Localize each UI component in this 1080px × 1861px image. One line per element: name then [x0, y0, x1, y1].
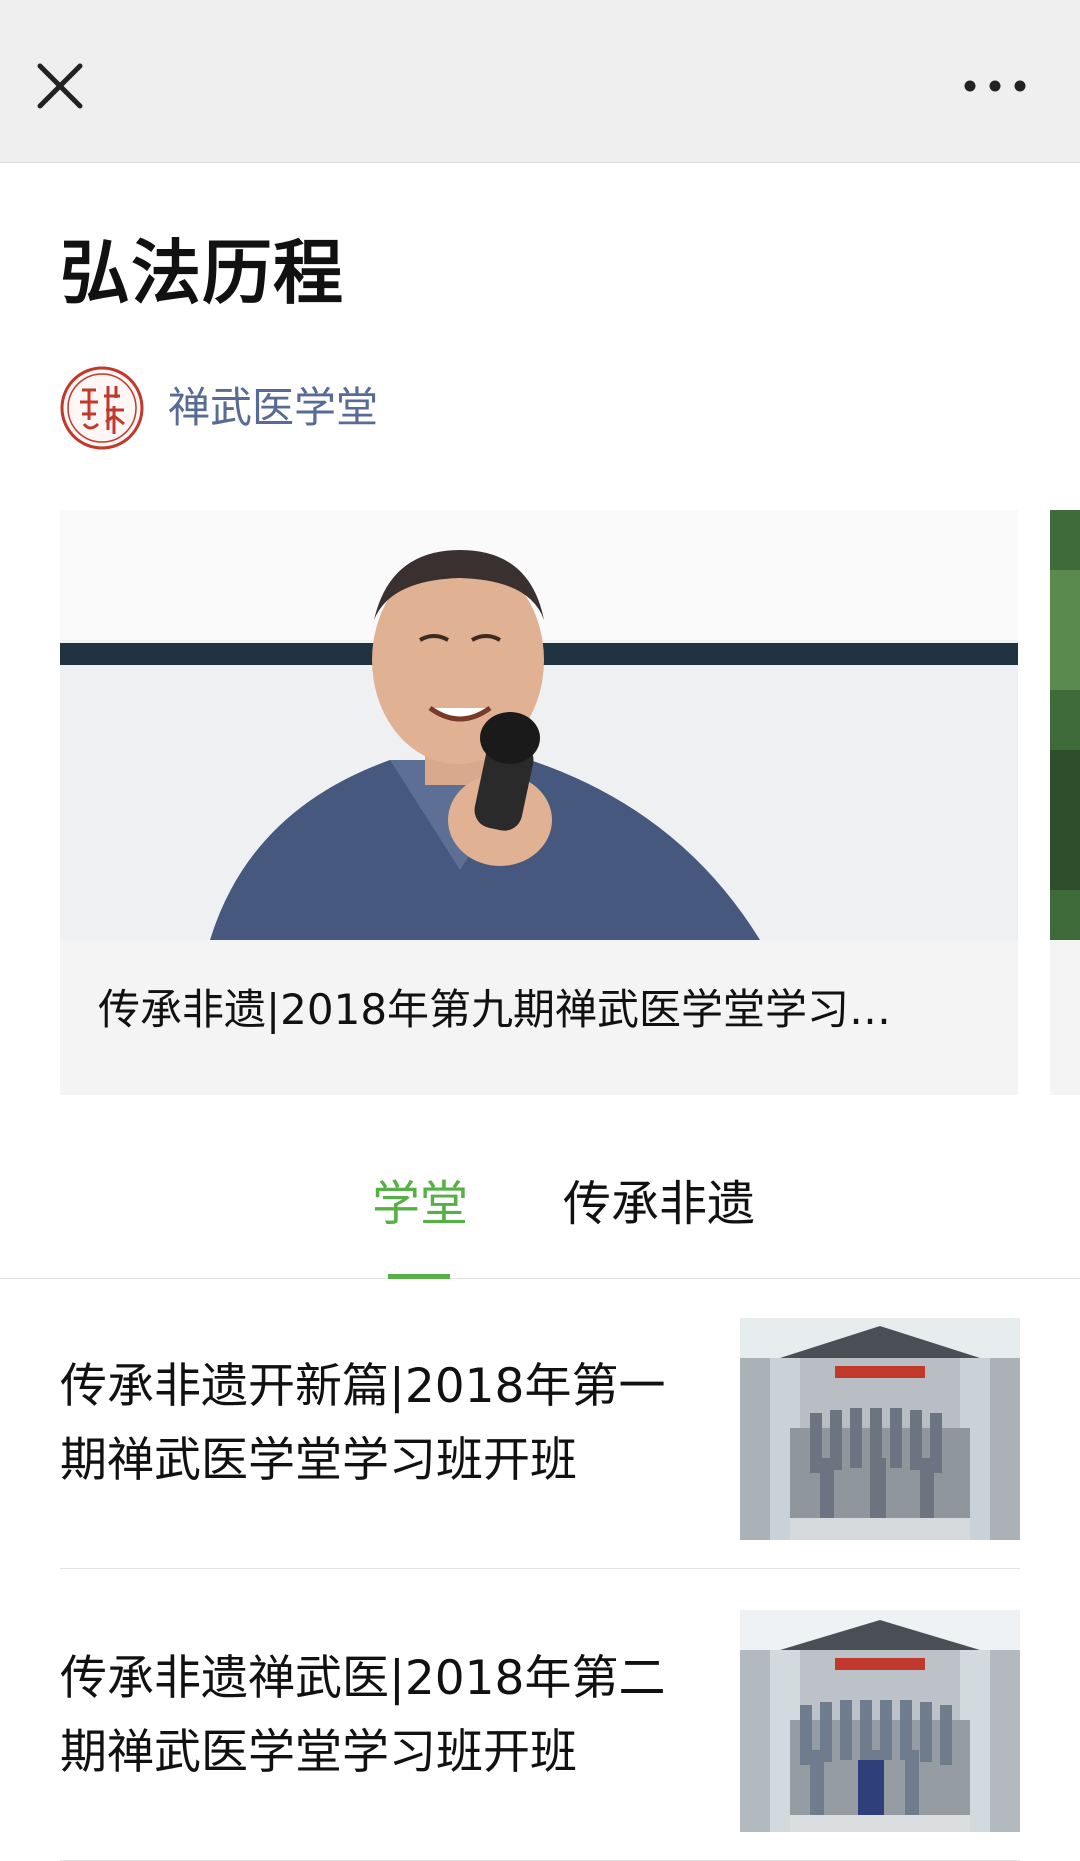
featured-card-caption[interactable]: 传承非遗|2018年第九期禅武医学堂学习… [98, 980, 978, 1040]
account-avatar-seal-icon[interactable] [60, 366, 144, 450]
article-thumbnail-group-photo[interactable] [740, 1318, 1020, 1540]
account-name[interactable]: 禅武医学堂 [168, 382, 378, 434]
featured-card[interactable]: 传承非遗|2018年第九期禅武医学堂学习… [60, 510, 1018, 1095]
more-options-icon[interactable] [960, 66, 1030, 106]
featured-photo-monk-with-microphone [60, 510, 1018, 940]
close-icon[interactable] [30, 56, 90, 116]
top-nav-bar [0, 0, 1080, 163]
tab-xuetang[interactable]: 学堂 [372, 1172, 468, 1236]
featured-carousel[interactable]: 传承非遗|2018年第九期禅武医学堂学习… [60, 510, 1080, 1095]
article-list-item[interactable]: 传承非遗禅武医|2018年第二期禅武医学堂学习班开班 [60, 1570, 1020, 1861]
article-thumbnail-group-photo[interactable] [740, 1610, 1020, 1832]
category-tabs: 学堂 传承非遗 [0, 1150, 1080, 1279]
account-row[interactable]: 禅武医学堂 [60, 366, 660, 450]
article-list-item[interactable]: 传承非遗开新篇|2018年第一期禅武医学堂学习班开班 [60, 1278, 1020, 1569]
article-title[interactable]: 传承非遗开新篇|2018年第一期禅武医学堂学习班开班 [60, 1350, 710, 1498]
article-title[interactable]: 传承非遗禅武医|2018年第二期禅武医学堂学习班开班 [60, 1642, 710, 1790]
tab-chuancheng-feiyi[interactable]: 传承非遗 [563, 1172, 755, 1236]
next-carousel-card-peek[interactable] [1050, 510, 1080, 1095]
page-title: 弘法历程 [60, 232, 344, 314]
